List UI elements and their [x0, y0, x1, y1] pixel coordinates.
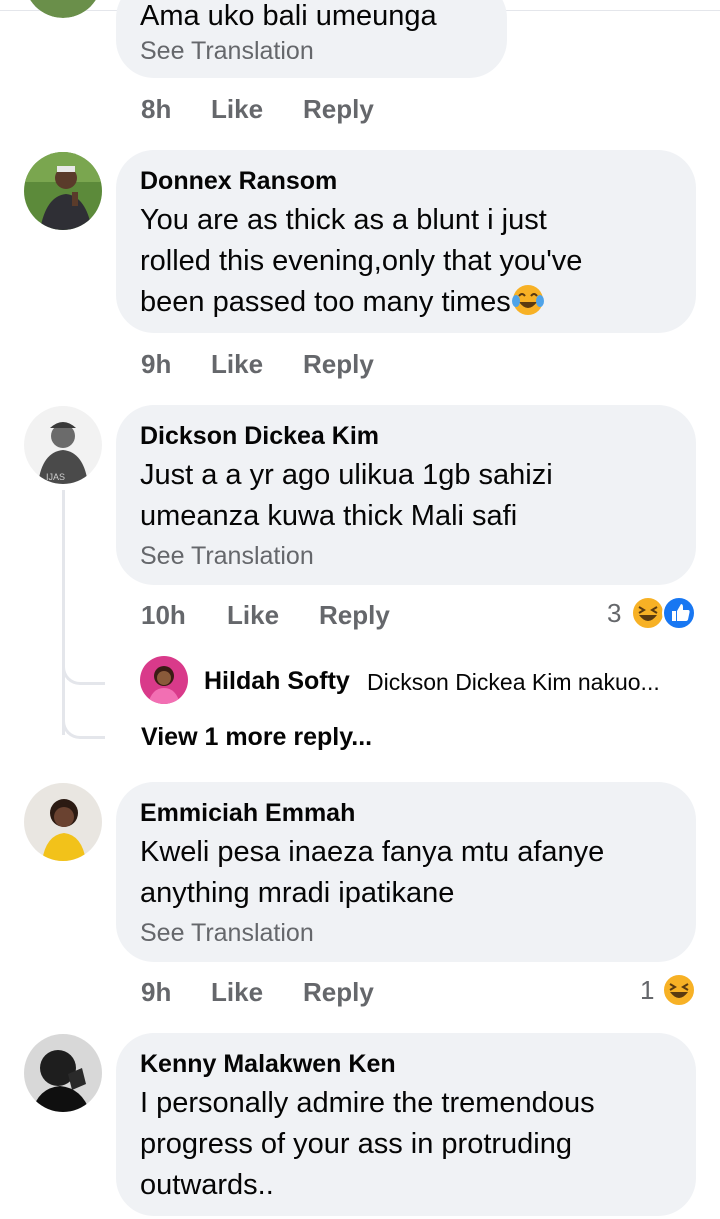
- like-icon[interactable]: [662, 596, 696, 630]
- reaction-count[interactable]: 1: [640, 975, 654, 1005]
- reply-button[interactable]: Reply: [303, 349, 374, 379]
- comment-bubble: Donnex Ransom You are as thick as a blun…: [116, 150, 696, 333]
- avatar[interactable]: [24, 783, 102, 861]
- comment-time[interactable]: 10h: [141, 600, 186, 630]
- avatar[interactable]: [24, 152, 102, 230]
- commenter-name[interactable]: Donnex Ransom: [140, 166, 337, 196]
- reply-author-name[interactable]: Hildah Softy: [204, 666, 350, 696]
- reply-thread-line: [62, 490, 65, 735]
- view-more-replies-link[interactable]: View 1 more reply...: [141, 722, 372, 752]
- comment-time[interactable]: 9h: [141, 349, 171, 379]
- reply-button[interactable]: Reply: [303, 94, 374, 124]
- reply-thread-connector: [62, 714, 105, 739]
- commenter-name[interactable]: Dickson Dickea Kim: [140, 421, 379, 451]
- reply-button[interactable]: Reply: [303, 977, 374, 1007]
- comment-time[interactable]: 8h: [141, 94, 171, 124]
- comment-text-line: rolled this evening,only that you've: [140, 245, 583, 277]
- comment-text-line: I personally admire the tremendous: [140, 1087, 595, 1119]
- see-translation-link[interactable]: See Translation: [140, 918, 314, 948]
- comment-bubble: Kenny Malakwen Ken I personally admire t…: [116, 1033, 696, 1216]
- comment-text-line: You are as thick as a blunt i just: [140, 204, 547, 236]
- avatar[interactable]: [24, 1034, 102, 1112]
- comment-text-line: progress of your ass in protruding: [140, 1128, 572, 1160]
- comment-text-line: Just a a yr ago ulikua 1gb sahizi: [140, 459, 553, 491]
- reply-thread-connector: [62, 660, 105, 685]
- reply-button[interactable]: Reply: [319, 600, 390, 630]
- comment-bubble: Dickson Dickea Kim Just a a yr ago uliku…: [116, 405, 696, 585]
- commenter-name[interactable]: Emmiciah Emmah: [140, 798, 355, 828]
- tears-of-joy-emoji-icon: [511, 285, 544, 315]
- see-translation-link[interactable]: See Translation: [140, 541, 314, 571]
- comment-text-segment: been passed too many times: [140, 286, 511, 318]
- like-button[interactable]: Like: [211, 94, 263, 124]
- commenter-name[interactable]: Kenny Malakwen Ken: [140, 1049, 396, 1079]
- haha-icon[interactable]: [662, 973, 696, 1007]
- comment-text-line: been passed too many times: [140, 282, 545, 323]
- reply-preview-text[interactable]: Dickson Dickea Kim nakuo...: [367, 667, 660, 697]
- avatar[interactable]: IJAS: [24, 406, 102, 484]
- comment-time[interactable]: 9h: [141, 977, 171, 1007]
- haha-icon[interactable]: [631, 596, 665, 630]
- comment-text-line: umeanza kuwa thick Mali safi: [140, 500, 518, 532]
- reaction-count[interactable]: 3: [607, 598, 621, 628]
- comment-text-line: Ama uko bali umeunga: [140, 0, 437, 32]
- see-translation-link[interactable]: See Translation: [140, 36, 314, 66]
- comment-bubble: Emmiciah Emmah Kweli pesa inaeza fanya m…: [116, 782, 696, 962]
- like-button[interactable]: Like: [227, 600, 279, 630]
- like-button[interactable]: Like: [211, 977, 263, 1007]
- like-button[interactable]: Like: [211, 349, 263, 379]
- comment-text-line: Kweli pesa inaeza fanya mtu afanye: [140, 836, 605, 868]
- avatar[interactable]: [140, 656, 188, 704]
- comment-text-line: anything mradi ipatikane: [140, 877, 455, 909]
- svg-text:IJAS: IJAS: [46, 472, 65, 482]
- comment-text-line: outwards..: [140, 1169, 274, 1201]
- comment-bubble: Ama uko bali umeunga See Translation: [116, 0, 507, 78]
